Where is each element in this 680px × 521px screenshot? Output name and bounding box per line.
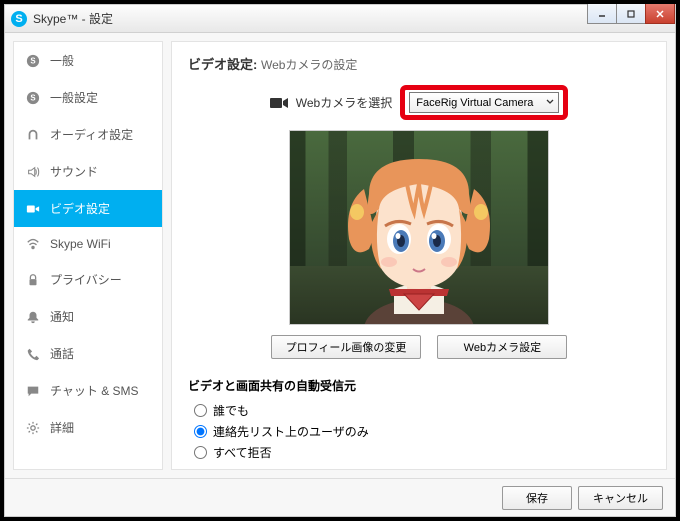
bell-icon (26, 310, 40, 324)
titlebar: S Skype™ - 設定 (5, 5, 675, 33)
video-icon (26, 202, 40, 216)
sidebar-item-label: 通知 (50, 308, 74, 325)
gear-icon (26, 421, 40, 435)
radio-input-deny-all[interactable] (194, 446, 207, 459)
sidebar-item-audio[interactable]: オーディオ設定 (14, 116, 162, 153)
radio-input-contacts-only[interactable] (194, 425, 207, 438)
sidebar-item-label: オーディオ設定 (50, 126, 133, 143)
sidebar-item-general-settings[interactable]: S 一般設定 (14, 79, 162, 116)
sidebar-item-label: 一般設定 (50, 89, 98, 106)
svg-text:S: S (30, 93, 35, 102)
highlight-annotation: FaceRig Virtual Camera (400, 85, 568, 120)
lock-icon (26, 273, 40, 287)
auto-accept-title: ビデオと画面共有の自動受信元 (188, 377, 650, 394)
dropdown-value: FaceRig Virtual Camera (416, 97, 533, 109)
camera-icon (270, 97, 288, 109)
maximize-button[interactable] (616, 4, 646, 24)
sidebar-item-privacy[interactable]: プライバシー (14, 261, 162, 298)
sidebar-item-label: Skype WiFi (50, 237, 111, 251)
radio-deny-all[interactable]: すべて拒否 (194, 444, 650, 461)
chat-icon (26, 384, 40, 398)
sidebar-item-wifi[interactable]: Skype WiFi (14, 227, 162, 261)
change-profile-image-button[interactable]: プロフィール画像の変更 (271, 335, 422, 359)
sidebar-item-label: ビデオ設定 (50, 200, 110, 217)
headset-icon (26, 128, 40, 142)
section-title: ビデオ設定: Webカメラの設定 (188, 54, 650, 73)
camera-dropdown[interactable]: FaceRig Virtual Camera (409, 92, 559, 113)
minimize-button[interactable] (587, 4, 617, 24)
sidebar-item-label: 一般 (50, 52, 74, 69)
main-panel: ビデオ設定: Webカメラの設定 Webカメラを選択 FaceRig Virtu… (171, 41, 667, 470)
sidebar-item-label: プライバシー (50, 271, 122, 288)
sidebar-item-calls[interactable]: 通話 (14, 335, 162, 372)
svg-text:S: S (30, 56, 35, 65)
window-title: Skype™ - 設定 (33, 10, 113, 27)
sidebar-item-label: 通話 (50, 345, 74, 362)
avatar-character (319, 134, 519, 325)
window-controls (588, 4, 675, 24)
skype-icon: S (26, 54, 40, 68)
radio-anyone[interactable]: 誰でも (194, 402, 650, 419)
radio-label: すべて拒否 (213, 444, 272, 461)
video-preview (289, 130, 549, 325)
camera-select-label: Webカメラを選択 (296, 94, 392, 111)
sidebar-item-label: 詳細 (50, 419, 74, 436)
webcam-settings-button[interactable]: Webカメラ設定 (437, 335, 567, 359)
wifi-icon (26, 237, 40, 251)
sidebar-item-label: チャット & SMS (50, 382, 139, 399)
sub-heading: Webカメラの設定 (261, 58, 357, 72)
radio-contacts-only[interactable]: 連絡先リスト上のユーザのみ (194, 423, 650, 440)
sidebar-item-sound[interactable]: サウンド (14, 153, 162, 190)
close-button[interactable] (645, 4, 675, 24)
save-button[interactable]: 保存 (502, 486, 572, 510)
radio-label: 連絡先リスト上のユーザのみ (213, 423, 369, 440)
sidebar-item-advanced[interactable]: 詳細 (14, 409, 162, 446)
cancel-button[interactable]: キャンセル (578, 486, 663, 510)
radio-label: 誰でも (213, 402, 249, 419)
skype-icon: S (26, 91, 40, 105)
sound-icon (26, 165, 40, 179)
chevron-down-icon (546, 97, 554, 109)
phone-icon (26, 347, 40, 361)
sidebar-item-video[interactable]: ビデオ設定 (14, 190, 162, 227)
heading: ビデオ設定: (188, 57, 257, 72)
sidebar-item-chat-sms[interactable]: チャット & SMS (14, 372, 162, 409)
skype-settings-window: S Skype™ - 設定 S 一般 S 一般設定 オーディオ設定 サウンド (4, 4, 676, 517)
camera-selector-row: Webカメラを選択 FaceRig Virtual Camera (188, 85, 650, 120)
sidebar-item-general[interactable]: S 一般 (14, 42, 162, 79)
sidebar: S 一般 S 一般設定 オーディオ設定 サウンド ビデオ設定 Skype W (13, 41, 163, 470)
footer: 保存 キャンセル (5, 478, 675, 516)
skype-logo-icon: S (11, 11, 27, 27)
sidebar-item-notifications[interactable]: 通知 (14, 298, 162, 335)
sidebar-item-label: サウンド (50, 163, 98, 180)
radio-input-anyone[interactable] (194, 404, 207, 417)
